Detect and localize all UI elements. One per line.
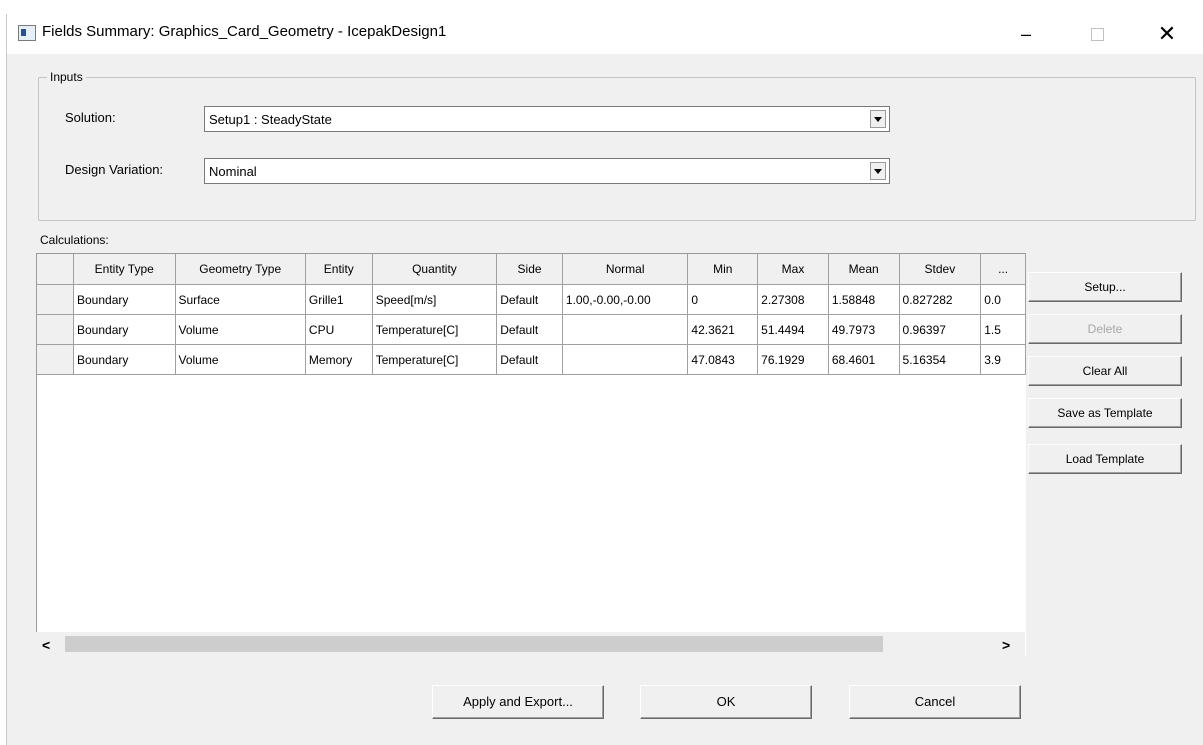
table-cell[interactable]: Boundary	[73, 284, 176, 315]
column-header[interactable]: Normal	[562, 254, 689, 285]
table-cell[interactable]	[562, 314, 689, 345]
table-cell[interactable]: Grille1	[305, 284, 373, 315]
close-button[interactable]: ✕	[1153, 20, 1181, 48]
table-cell[interactable]: 1.58848	[828, 284, 900, 315]
row-header[interactable]	[37, 344, 74, 375]
background-strip	[0, 0, 1203, 14]
setup-button[interactable]: Setup...	[1028, 272, 1182, 302]
corner-header	[37, 254, 74, 285]
table-cell[interactable]: 0.827282	[899, 284, 982, 315]
calculations-grid[interactable]: Entity Type Geometry Type Entity Quantit…	[36, 253, 1026, 656]
cancel-button[interactable]: Cancel	[849, 685, 1021, 719]
column-header[interactable]: Quantity	[372, 254, 498, 285]
table-cell[interactable]: 1.5	[980, 314, 1026, 345]
clear-all-button[interactable]: Clear All	[1028, 356, 1182, 386]
table-cell[interactable]: 0.96397	[899, 314, 982, 345]
table-cell[interactable]: Temperature[C]	[372, 344, 498, 375]
inputs-group	[38, 77, 1196, 221]
table-cell[interactable]: 76.1929	[757, 344, 829, 375]
table-cell[interactable]: Memory	[305, 344, 373, 375]
table-cell[interactable]: CPU	[305, 314, 373, 345]
table-cell[interactable]: 0.0	[980, 284, 1026, 315]
table-cell[interactable]: Boundary	[73, 344, 176, 375]
table-cell[interactable]: Speed[m/s]	[372, 284, 498, 315]
row-header[interactable]	[37, 314, 74, 345]
table-cell[interactable]: 3.9	[980, 344, 1026, 375]
table-cell[interactable]: Surface	[175, 284, 306, 315]
column-header[interactable]: Geometry Type	[175, 254, 306, 285]
column-header[interactable]: Max	[757, 254, 829, 285]
solution-dropdown-icon[interactable]	[870, 110, 886, 128]
scroll-right-icon[interactable]: >	[1002, 637, 1010, 653]
table-cell[interactable]: Boundary	[73, 314, 176, 345]
table-cell[interactable]	[562, 344, 689, 375]
horizontal-scrollbar[interactable]: < >	[36, 632, 1025, 656]
table-row[interactable]: Boundary Volume Memory Temperature[C] De…	[37, 344, 1026, 375]
title-bar[interactable]: Fields Summary: Graphics_Card_Geometry -…	[7, 14, 1203, 54]
design-variation-dropdown-icon[interactable]	[870, 162, 886, 180]
table-cell[interactable]: Default	[496, 314, 563, 345]
maximize-icon	[1090, 28, 1104, 42]
table-cell[interactable]: 51.4494	[757, 314, 829, 345]
window-title: Fields Summary: Graphics_Card_Geometry -…	[42, 23, 447, 40]
design-variation-combo[interactable]: Nominal	[204, 158, 890, 184]
column-header[interactable]: Mean	[828, 254, 900, 285]
table-cell[interactable]: Volume	[175, 344, 306, 375]
table-row[interactable]: Boundary Surface Grille1 Speed[m/s] Defa…	[37, 284, 1026, 315]
table-cell[interactable]: 2.27308	[757, 284, 829, 315]
maximize-button	[1083, 20, 1111, 48]
table-cell[interactable]: 42.3621	[687, 314, 759, 345]
design-variation-label: Design Variation:	[65, 162, 164, 177]
column-header[interactable]: Side	[496, 254, 563, 285]
table-cell[interactable]: Default	[496, 344, 563, 375]
ok-button[interactable]: OK	[640, 685, 812, 719]
table-cell[interactable]: 0	[687, 284, 759, 315]
apply-and-export-button[interactable]: Apply and Export...	[432, 685, 604, 719]
table-cell[interactable]: 1.00,-0.00,-0.00	[562, 284, 689, 315]
inputs-legend: Inputs	[47, 70, 86, 84]
table-cell[interactable]: 68.4601	[828, 344, 900, 375]
minimize-button[interactable]: –	[1012, 20, 1040, 48]
save-as-template-button[interactable]: Save as Template	[1028, 398, 1182, 428]
table-row[interactable]: Boundary Volume CPU Temperature[C] Defau…	[37, 314, 1026, 345]
column-header[interactable]: Entity Type	[73, 254, 176, 285]
column-header[interactable]: Min	[687, 254, 759, 285]
table-cell[interactable]: 49.7973	[828, 314, 900, 345]
column-header[interactable]: Stdev	[899, 254, 982, 285]
solution-value: Setup1 : SteadyState	[209, 112, 332, 127]
solution-combo[interactable]: Setup1 : SteadyState	[204, 106, 890, 132]
column-header[interactable]: Entity	[305, 254, 373, 285]
table-cell[interactable]: Temperature[C]	[372, 314, 498, 345]
column-header[interactable]: ...	[980, 254, 1026, 285]
table-header-row: Entity Type Geometry Type Entity Quantit…	[37, 254, 1026, 285]
table-cell[interactable]: Volume	[175, 314, 306, 345]
scrollbar-thumb[interactable]	[65, 636, 883, 652]
scroll-left-icon[interactable]: <	[42, 637, 50, 653]
load-template-button[interactable]: Load Template	[1028, 444, 1182, 474]
row-header[interactable]	[37, 284, 74, 315]
table-cell[interactable]: 47.0843	[687, 344, 759, 375]
table-cell[interactable]: 5.16354	[899, 344, 982, 375]
solution-label: Solution:	[65, 110, 116, 125]
window-app-icon	[18, 25, 36, 41]
calculations-label: Calculations:	[40, 233, 109, 247]
design-variation-value: Nominal	[209, 164, 257, 179]
calculations-table: Entity Type Geometry Type Entity Quantit…	[37, 254, 1026, 375]
table-cell[interactable]: Default	[496, 284, 563, 315]
delete-button[interactable]: Delete	[1028, 314, 1182, 344]
